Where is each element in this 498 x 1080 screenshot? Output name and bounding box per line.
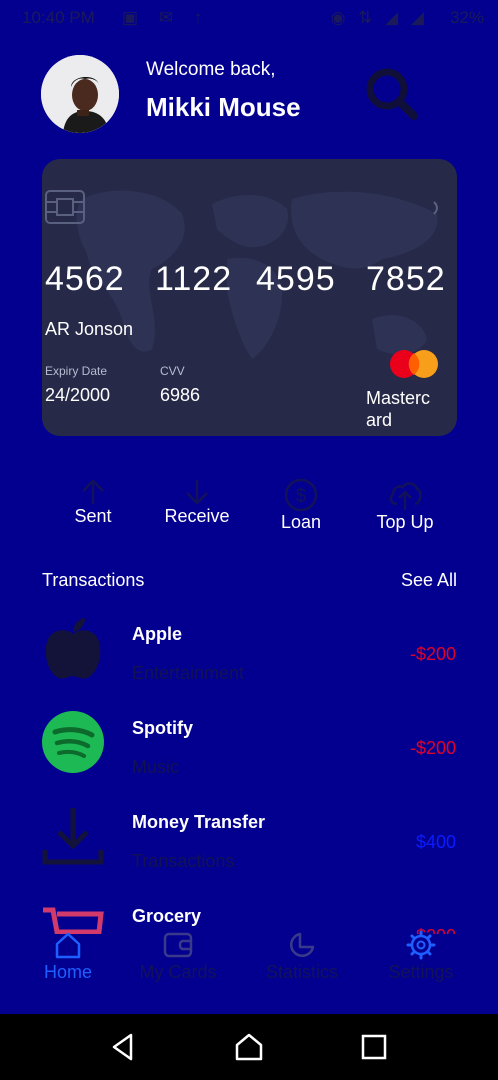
- nav-settings[interactable]: Settings: [366, 930, 476, 983]
- card-holder-name: AR Jonson: [45, 319, 134, 339]
- home-button-icon[interactable]: [234, 1032, 264, 1062]
- card-number-group-2: 1122: [155, 260, 233, 298]
- cvv-label: CVV: [160, 364, 185, 378]
- transaction-name: Grocery: [132, 906, 202, 926]
- contactless-icon: [433, 201, 438, 215]
- loan-label: Loan: [280, 512, 322, 532]
- transaction-category: Music: [132, 757, 180, 777]
- transactions-list: Apple Entertainment -$200 Spotify Music …: [0, 612, 498, 934]
- sent-label: Sent: [74, 506, 112, 526]
- cloud-upload-icon: [389, 482, 422, 510]
- card-number-group-4: 7852: [366, 260, 446, 298]
- header: Welcome back, Mikki Mouse: [0, 50, 498, 140]
- status-time: 10:40 PM: [22, 8, 95, 27]
- arrow-down-icon: [186, 480, 208, 505]
- avatar[interactable]: [41, 55, 119, 133]
- search-button[interactable]: [362, 64, 420, 122]
- expiry-value: 24/2000: [45, 385, 111, 405]
- card-number-group-3: 4595: [256, 260, 336, 298]
- pie-chart-icon: [290, 932, 315, 957]
- search-icon: [366, 68, 418, 120]
- transactions-title: Transactions: [42, 570, 145, 590]
- svg-text:$: $: [296, 486, 307, 507]
- cvv-value: 6986: [160, 385, 201, 405]
- transaction-category: Transactions: [132, 851, 235, 871]
- receive-button[interactable]: Receive: [147, 478, 247, 527]
- avatar-portrait-icon: [41, 55, 119, 133]
- system-navigation-bar: [0, 1014, 498, 1080]
- dollar-circle-icon: $: [284, 478, 318, 512]
- top-up-button[interactable]: Top Up: [355, 478, 455, 533]
- transaction-amount: $400: [415, 832, 456, 852]
- card-chip-icon: [45, 190, 85, 224]
- status-bar: 10:40 PM ▣ ✉ ↑ ◉ ⇅ ◢ ◢ 32%: [0, 0, 498, 36]
- welcome-text: Welcome back,: [146, 59, 276, 80]
- gear-icon: [406, 930, 436, 960]
- nav-home[interactable]: Home: [13, 930, 123, 983]
- bottom-nav: Home My Cards Statistics Settings: [0, 930, 498, 1000]
- notification-icons: ▣ ✉ ↑: [122, 8, 211, 27]
- spotify-icon: [42, 711, 104, 773]
- nav-statistics[interactable]: Statistics: [247, 930, 357, 983]
- download-icon: [42, 808, 104, 865]
- back-icon[interactable]: [109, 1032, 139, 1062]
- transaction-row[interactable]: Spotify Music -$200: [0, 706, 498, 800]
- mastercard-logo-icon: [390, 350, 438, 378]
- transaction-row[interactable]: Grocery -$200: [0, 894, 498, 934]
- transaction-name: Apple: [132, 624, 183, 644]
- receive-label: Receive: [164, 506, 230, 526]
- credit-card[interactable]: 4562 1122 4595 7852 AR Jonson Expiry Dat…: [42, 159, 457, 436]
- apple-icon: [45, 618, 101, 679]
- card-brand-line-1: Masterc: [366, 388, 431, 408]
- transaction-row[interactable]: Apple Entertainment -$200: [0, 612, 498, 706]
- top-up-label: Top Up: [376, 512, 434, 532]
- cart-icon: [43, 907, 104, 934]
- nav-settings-label: Settings: [388, 962, 454, 982]
- wallet-icon: [163, 932, 193, 958]
- signal-icons: ◉ ⇅ ◢ ◢: [330, 8, 428, 27]
- recents-icon[interactable]: [359, 1032, 389, 1062]
- expiry-label: Expiry Date: [45, 364, 108, 378]
- quick-actions: Sent Receive $ Loan Top Up: [0, 478, 498, 548]
- loan-button[interactable]: $ Loan: [251, 478, 351, 533]
- sent-button[interactable]: Sent: [43, 478, 143, 527]
- transaction-category: Entertainment: [132, 663, 245, 683]
- battery-level: 32%: [449, 8, 484, 27]
- nav-my-cards[interactable]: My Cards: [123, 930, 233, 983]
- card-brand-text: Masterc ard: [366, 387, 446, 431]
- arrow-up-icon: [82, 479, 104, 504]
- see-all-link[interactable]: See All: [401, 570, 457, 591]
- transaction-row[interactable]: Money Transfer Transactions $400: [0, 800, 498, 894]
- nav-home-label: Home: [43, 962, 92, 982]
- home-icon: [55, 932, 81, 959]
- nav-my-cards-label: My Cards: [139, 962, 217, 982]
- user-name: Mikki Mouse: [146, 92, 301, 122]
- transaction-amount: -$200: [409, 738, 456, 758]
- transaction-name: Spotify: [132, 718, 193, 738]
- nav-statistics-label: Statistics: [265, 962, 339, 982]
- card-brand-line-2: ard: [366, 410, 393, 430]
- transaction-amount: -$200: [409, 644, 456, 664]
- transaction-name: Money Transfer: [132, 812, 266, 832]
- card-number-group-1: 4562: [45, 260, 125, 298]
